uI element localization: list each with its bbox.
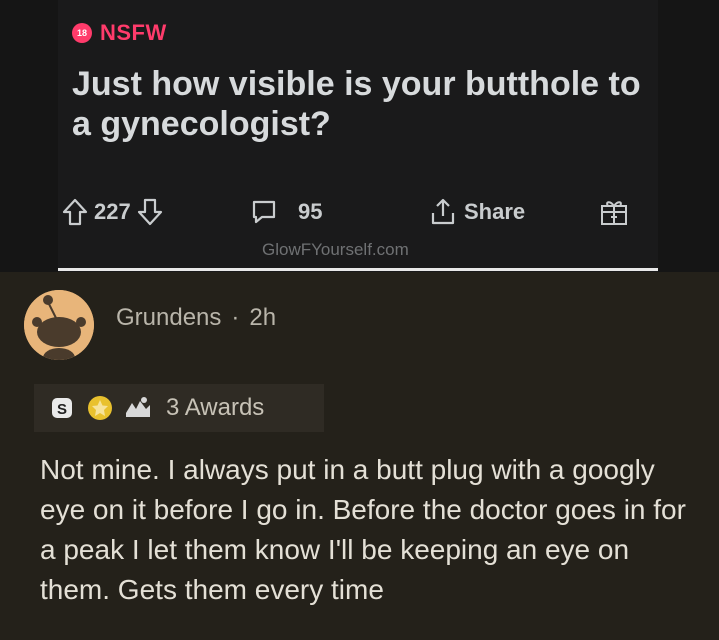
share-label: Share: [464, 199, 526, 224]
award-wholesome-icon: [124, 394, 152, 422]
svg-text:S: S: [57, 401, 67, 418]
comment-body: Not mine. I always put in a butt plug wi…: [40, 454, 686, 605]
divider: [58, 268, 658, 271]
award-button[interactable]: [598, 190, 630, 234]
comment-meta: Grundens · 2h: [116, 304, 276, 332]
nsfw-label: NSFW: [100, 20, 167, 45]
vote-group: 227: [62, 190, 163, 234]
avatar[interactable]: [24, 290, 94, 360]
nsfw-tag: 18 NSFW: [72, 20, 167, 46]
watermark: GlowFYourself.com: [262, 240, 409, 259]
award-gold-icon: [86, 394, 114, 422]
post-title[interactable]: Just how visible is your butthole to a g…: [72, 64, 652, 144]
share-icon: [428, 197, 458, 227]
upvote-icon[interactable]: [62, 198, 88, 226]
post-action-bar: 227 95 Share: [62, 190, 662, 234]
nsfw-18-icon: 18: [72, 23, 92, 43]
award-gift-icon: [598, 196, 630, 228]
downvote-icon[interactable]: [137, 198, 163, 226]
comment-age: 2h: [249, 304, 277, 331]
vote-count: 227: [94, 199, 131, 224]
award-silver-icon: S: [48, 394, 76, 422]
comment-icon: [250, 198, 278, 226]
share-button[interactable]: Share: [428, 190, 525, 234]
meta-separator: ·: [231, 304, 240, 331]
comment-count: 95: [298, 199, 323, 224]
comments-button[interactable]: 95: [250, 190, 322, 234]
comment-author[interactable]: Grundens: [116, 304, 221, 332]
snoo-avatar-icon: [24, 290, 94, 360]
awards-count: 3 Awards: [166, 394, 265, 421]
post-card: 18 NSFW Just how visible is your butthol…: [0, 0, 719, 272]
awards-bar[interactable]: S 3 Awards: [34, 384, 324, 432]
